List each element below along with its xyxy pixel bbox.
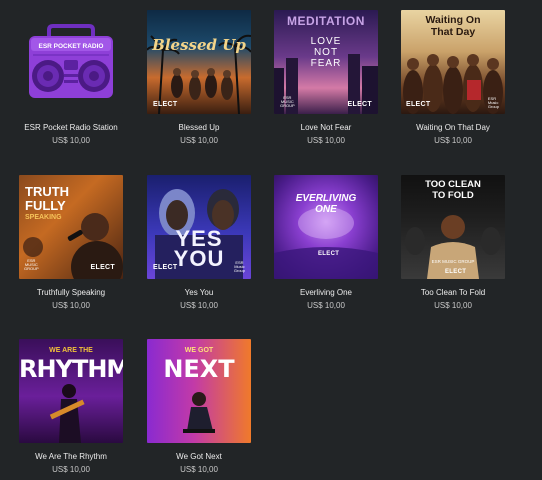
product-title[interactable]: We Got Next [144, 452, 254, 462]
art-sub-label: ESR MUSIC GROUP [431, 259, 475, 264]
product-image-blessed-up[interactable]: Blessed Up ELECT [147, 10, 251, 114]
art-label: WE ARE THE [49, 347, 93, 354]
art-label: TOO CLEAN TO FOLD [425, 179, 481, 201]
elect-logo: ELECT [347, 101, 372, 108]
esr-logo: ESR MUSIC GROUP [280, 95, 295, 108]
product-price: US$ 10,00 [52, 301, 90, 310]
radio-icon [29, 24, 113, 98]
product-image-love-not-fear[interactable]: MEDITATION LOVE NOT FEAR ESR MUSIC GROUP… [274, 10, 378, 114]
product-card-everliving-one[interactable]: EVERLIVING ONE ELECT Everliving One US$ … [271, 175, 381, 311]
product-title[interactable]: Yes You [144, 288, 254, 298]
product-title[interactable]: Everliving One [271, 288, 381, 298]
product-price: US$ 10,00 [307, 136, 345, 145]
elect-logo: ELECT [90, 264, 115, 271]
product-image-truthfully-speaking[interactable]: TRUTH FULLY SPEAKING ESR MUSIC GROUP ELE… [19, 175, 123, 279]
elect-logo: ELECT [318, 251, 340, 257]
product-title[interactable]: Too Clean To Fold [398, 288, 508, 298]
product-image-too-clean-to-fold[interactable]: TOO CLEAN TO FOLD ESR MUSIC GROUP ELECT [401, 175, 505, 279]
art-label: WE GOT [184, 347, 214, 354]
product-card-love-not-fear[interactable]: MEDITATION LOVE NOT FEAR ESR MUSIC GROUP… [271, 10, 381, 146]
esr-logo: ESR Music Group [233, 260, 245, 273]
art-label: TRUTH FULLY SPEAKING [25, 184, 70, 222]
product-image-esr-pocket-radio[interactable]: ESR POCKET RADIO [19, 10, 123, 114]
elect-logo: ELECT [406, 101, 431, 108]
product-image-we-are-the-rhythm[interactable]: WE ARE THE RHYTHM [19, 339, 123, 443]
product-card-blessed-up[interactable]: Blessed Up ELECT Blessed Up US$ 10,00 [144, 10, 254, 146]
esr-logo: ESR Music Group [487, 96, 499, 109]
product-title[interactable]: Waiting On That Day [398, 123, 508, 133]
elect-logo: ELECT [445, 269, 467, 275]
art-title: NEXT [163, 355, 235, 383]
product-price: US$ 10,00 [52, 465, 90, 474]
art-label: Waiting On That Day [425, 14, 481, 38]
product-title[interactable]: ESR Pocket Radio Station [16, 123, 126, 133]
elect-logo: ELECT [153, 264, 178, 271]
product-card-we-got-next[interactable]: WE GOT NEXT We Got Next US$ 10,00 [144, 339, 254, 475]
product-image-yes-you[interactable]: YES YOU ELECT ESR Music Group [147, 175, 251, 279]
product-title[interactable]: Truthfully Speaking [16, 288, 126, 298]
glow-icon [274, 207, 378, 279]
product-price: US$ 10,00 [434, 301, 472, 310]
palm-trees-icon [147, 34, 251, 114]
product-price: US$ 10,00 [180, 136, 218, 145]
product-price: US$ 10,00 [307, 301, 345, 310]
product-grid: ESR POCKET RADIO ESR Pocket Radio Statio… [0, 0, 542, 480]
product-title[interactable]: We Are The Rhythm [16, 452, 126, 462]
product-card-we-are-the-rhythm[interactable]: WE ARE THE RHYTHM We Are The Rhythm US$ … [16, 339, 126, 475]
product-price: US$ 10,00 [180, 465, 218, 474]
product-price: US$ 10,00 [52, 136, 90, 145]
art-top-label: MEDITATION [287, 14, 365, 28]
product-image-we-got-next[interactable]: WE GOT NEXT [147, 339, 251, 443]
art-title: RHYTHM [19, 355, 123, 383]
product-image-waiting-on-that-day[interactable]: Waiting On That Day ELECT ESR Music Grou… [401, 10, 505, 114]
art-label: Blessed Up [152, 36, 246, 54]
product-image-everliving-one[interactable]: EVERLIVING ONE ELECT [274, 175, 378, 279]
product-title[interactable]: Blessed Up [144, 123, 254, 133]
product-card-too-clean-to-fold[interactable]: TOO CLEAN TO FOLD ESR MUSIC GROUP ELECT … [398, 175, 508, 311]
art-label: ESR POCKET RADIO [38, 43, 104, 50]
product-card-truthfully-speaking[interactable]: TRUTH FULLY SPEAKING ESR MUSIC GROUP ELE… [16, 175, 126, 311]
esr-logo: ESR MUSIC GROUP [24, 258, 39, 271]
product-card-esr-pocket-radio[interactable]: ESR POCKET RADIO ESR Pocket Radio Statio… [16, 10, 126, 146]
elect-logo: ELECT [153, 101, 178, 108]
product-card-waiting-on-that-day[interactable]: Waiting On That Day ELECT ESR Music Grou… [398, 10, 508, 146]
product-title[interactable]: Love Not Fear [271, 123, 381, 133]
product-price: US$ 10,00 [180, 301, 218, 310]
product-card-yes-you[interactable]: YES YOU ELECT ESR Music Group Yes You US… [144, 175, 254, 311]
art-label: LOVE NOT FEAR [310, 36, 342, 69]
art-label: EVERLIVING ONE [295, 193, 357, 215]
product-price: US$ 10,00 [434, 136, 472, 145]
